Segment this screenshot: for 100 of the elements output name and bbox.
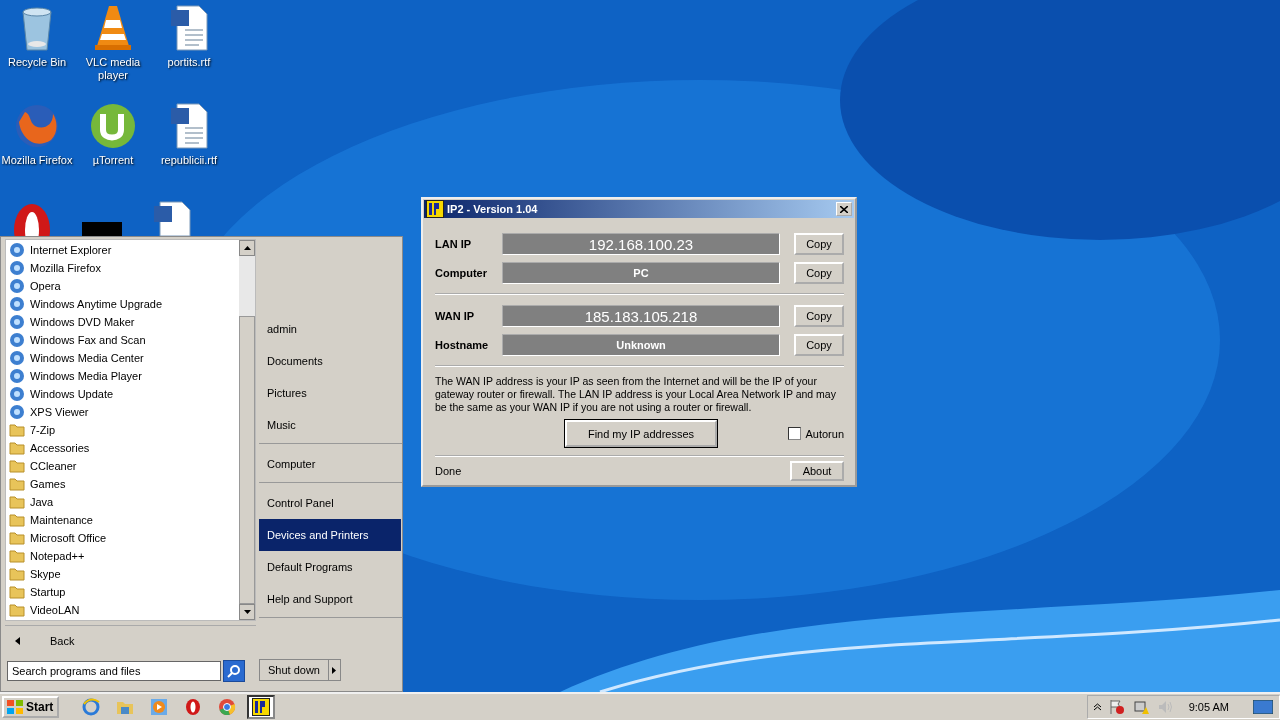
folder-icon — [9, 494, 25, 510]
folder-icon — [9, 476, 25, 492]
back-arrow-icon — [15, 637, 20, 645]
value-field: 192.168.100.23 — [502, 233, 780, 255]
about-button[interactable]: About — [790, 461, 844, 481]
program-item[interactable]: Notepad++ — [30, 550, 85, 562]
find-button[interactable]: Find my IP addresses — [565, 420, 717, 447]
copy-button[interactable]: Copy — [794, 233, 844, 255]
desktop-icon-label[interactable]: portits.rtf — [167, 56, 211, 70]
program-item[interactable]: VideoLAN — [30, 604, 80, 616]
shut-down-button[interactable]: Shut down — [259, 659, 329, 681]
checkbox[interactable] — [788, 427, 802, 440]
start-button[interactable]: Start — [2, 696, 60, 718]
menu-item[interactable]: Help and Support — [259, 583, 401, 615]
chevron-icon[interactable] — [1093, 703, 1101, 711]
program-icon — [9, 332, 25, 348]
field-label: LAN IP — [435, 238, 473, 250]
desktop-icon-label[interactable]: µTorrent — [92, 154, 134, 168]
app-logo-icon — [252, 698, 271, 716]
right-arrow-icon — [332, 666, 337, 674]
program-item[interactable]: Games — [30, 478, 66, 490]
search-icon[interactable] — [223, 660, 245, 682]
menu-item[interactable]: Computer — [259, 448, 401, 480]
copy-button[interactable]: Copy — [794, 262, 844, 284]
folder-icon — [9, 548, 25, 564]
desktop-icon-label[interactable]: Recycle Bin — [7, 56, 67, 70]
back-link[interactable]: Back — [50, 635, 75, 647]
desktop-icon-label[interactable]: republicii.rtf — [160, 154, 218, 168]
value-field: Unknown — [502, 334, 780, 356]
field-label: Hostname — [435, 339, 490, 351]
app-logo-icon — [426, 200, 444, 218]
menu-item[interactable]: Devices and Printers — [259, 519, 401, 551]
program-item[interactable]: Startup — [30, 586, 66, 598]
up-arrow-icon[interactable] — [243, 246, 251, 250]
menu-item[interactable]: Pictures — [259, 377, 401, 409]
desktop-icon-label[interactable]: VLC media player — [76, 56, 150, 83]
program-icon — [9, 296, 25, 312]
program-item[interactable]: Windows DVD Maker — [30, 316, 135, 328]
program-item[interactable]: Accessories — [30, 442, 90, 454]
program-item[interactable]: XPS Viewer — [30, 406, 89, 418]
program-item[interactable]: Windows Anytime Upgrade — [30, 298, 163, 310]
firefox-icon — [13, 102, 61, 150]
program-item[interactable]: Maintenance — [30, 514, 93, 526]
folder-icon — [9, 584, 25, 600]
program-item[interactable]: Windows Fax and Scan — [30, 334, 146, 346]
value-field: 185.183.105.218 — [502, 305, 780, 327]
description-text: The WAN IP address is your IP as seen from the Internet and will be the IP of your gateway router or firewall. The LAN IP address is your Local Area Network IP and may be the same as your WAN IP if you are not using a router or firewall. — [435, 375, 837, 414]
program-icon — [9, 278, 25, 294]
play-icon — [150, 698, 169, 716]
flag-icon[interactable] — [1108, 699, 1125, 715]
program-item[interactable]: Internet Explorer — [30, 244, 112, 256]
scrollbar[interactable] — [239, 240, 255, 620]
folder-icon — [9, 422, 25, 438]
browser-icon — [82, 698, 101, 716]
opera-icon — [184, 698, 203, 716]
taskbar-button[interactable] — [247, 695, 276, 719]
program-icon — [9, 314, 25, 330]
program-icon — [9, 404, 25, 420]
windows-logo-icon — [6, 699, 24, 715]
folder-icon — [9, 530, 25, 546]
status-text: Done — [435, 465, 462, 477]
menu-item[interactable]: admin — [259, 313, 401, 345]
folder-icon — [9, 440, 25, 456]
program-item[interactable]: Windows Media Center — [30, 352, 144, 364]
program-item[interactable]: Windows Media Player — [30, 370, 142, 382]
program-item[interactable]: Java — [30, 496, 54, 508]
program-icon — [9, 260, 25, 276]
document-icon — [169, 102, 209, 150]
search-field[interactable]: Search programs and files — [7, 661, 221, 681]
program-item[interactable]: Windows Update — [30, 388, 114, 400]
down-arrow-icon[interactable] — [243, 610, 251, 614]
program-item[interactable]: Mozilla Firefox — [30, 262, 101, 274]
program-icon — [9, 242, 25, 258]
traffic-cone-icon — [93, 4, 133, 52]
desktop-icon-label[interactable]: Mozilla Firefox — [1, 154, 73, 168]
program-item[interactable]: Opera — [30, 280, 61, 292]
program-item[interactable]: Microsoft Office — [30, 532, 107, 544]
folder-icon — [9, 458, 25, 474]
checkbox-label[interactable]: Autorun — [805, 427, 844, 440]
copy-button[interactable]: Copy — [794, 334, 844, 356]
document-icon — [152, 200, 192, 236]
program-item[interactable]: Skype — [30, 568, 61, 580]
field-label: WAN IP — [435, 310, 476, 322]
close-button[interactable] — [836, 202, 852, 216]
shortcut-icon — [82, 222, 122, 236]
menu-item[interactable]: Default Programs — [259, 551, 401, 583]
menu-item[interactable]: Music — [259, 409, 401, 441]
menu-item[interactable]: Control Panel — [259, 487, 401, 519]
clock[interactable]: 9:05 AM — [1188, 701, 1229, 713]
program-item[interactable]: 7-Zip — [30, 424, 56, 436]
document-icon — [169, 4, 209, 52]
copy-button[interactable]: Copy — [794, 305, 844, 327]
program-item[interactable]: CCleaner — [30, 460, 77, 472]
value-field: PC — [502, 262, 780, 284]
program-icon — [9, 386, 25, 402]
window-title: IP2 - Version 1.04 — [447, 203, 539, 215]
menu-item[interactable]: Documents — [259, 345, 401, 377]
folder-icon — [9, 566, 25, 582]
folder-icon — [9, 602, 25, 618]
program-icon — [9, 350, 25, 366]
